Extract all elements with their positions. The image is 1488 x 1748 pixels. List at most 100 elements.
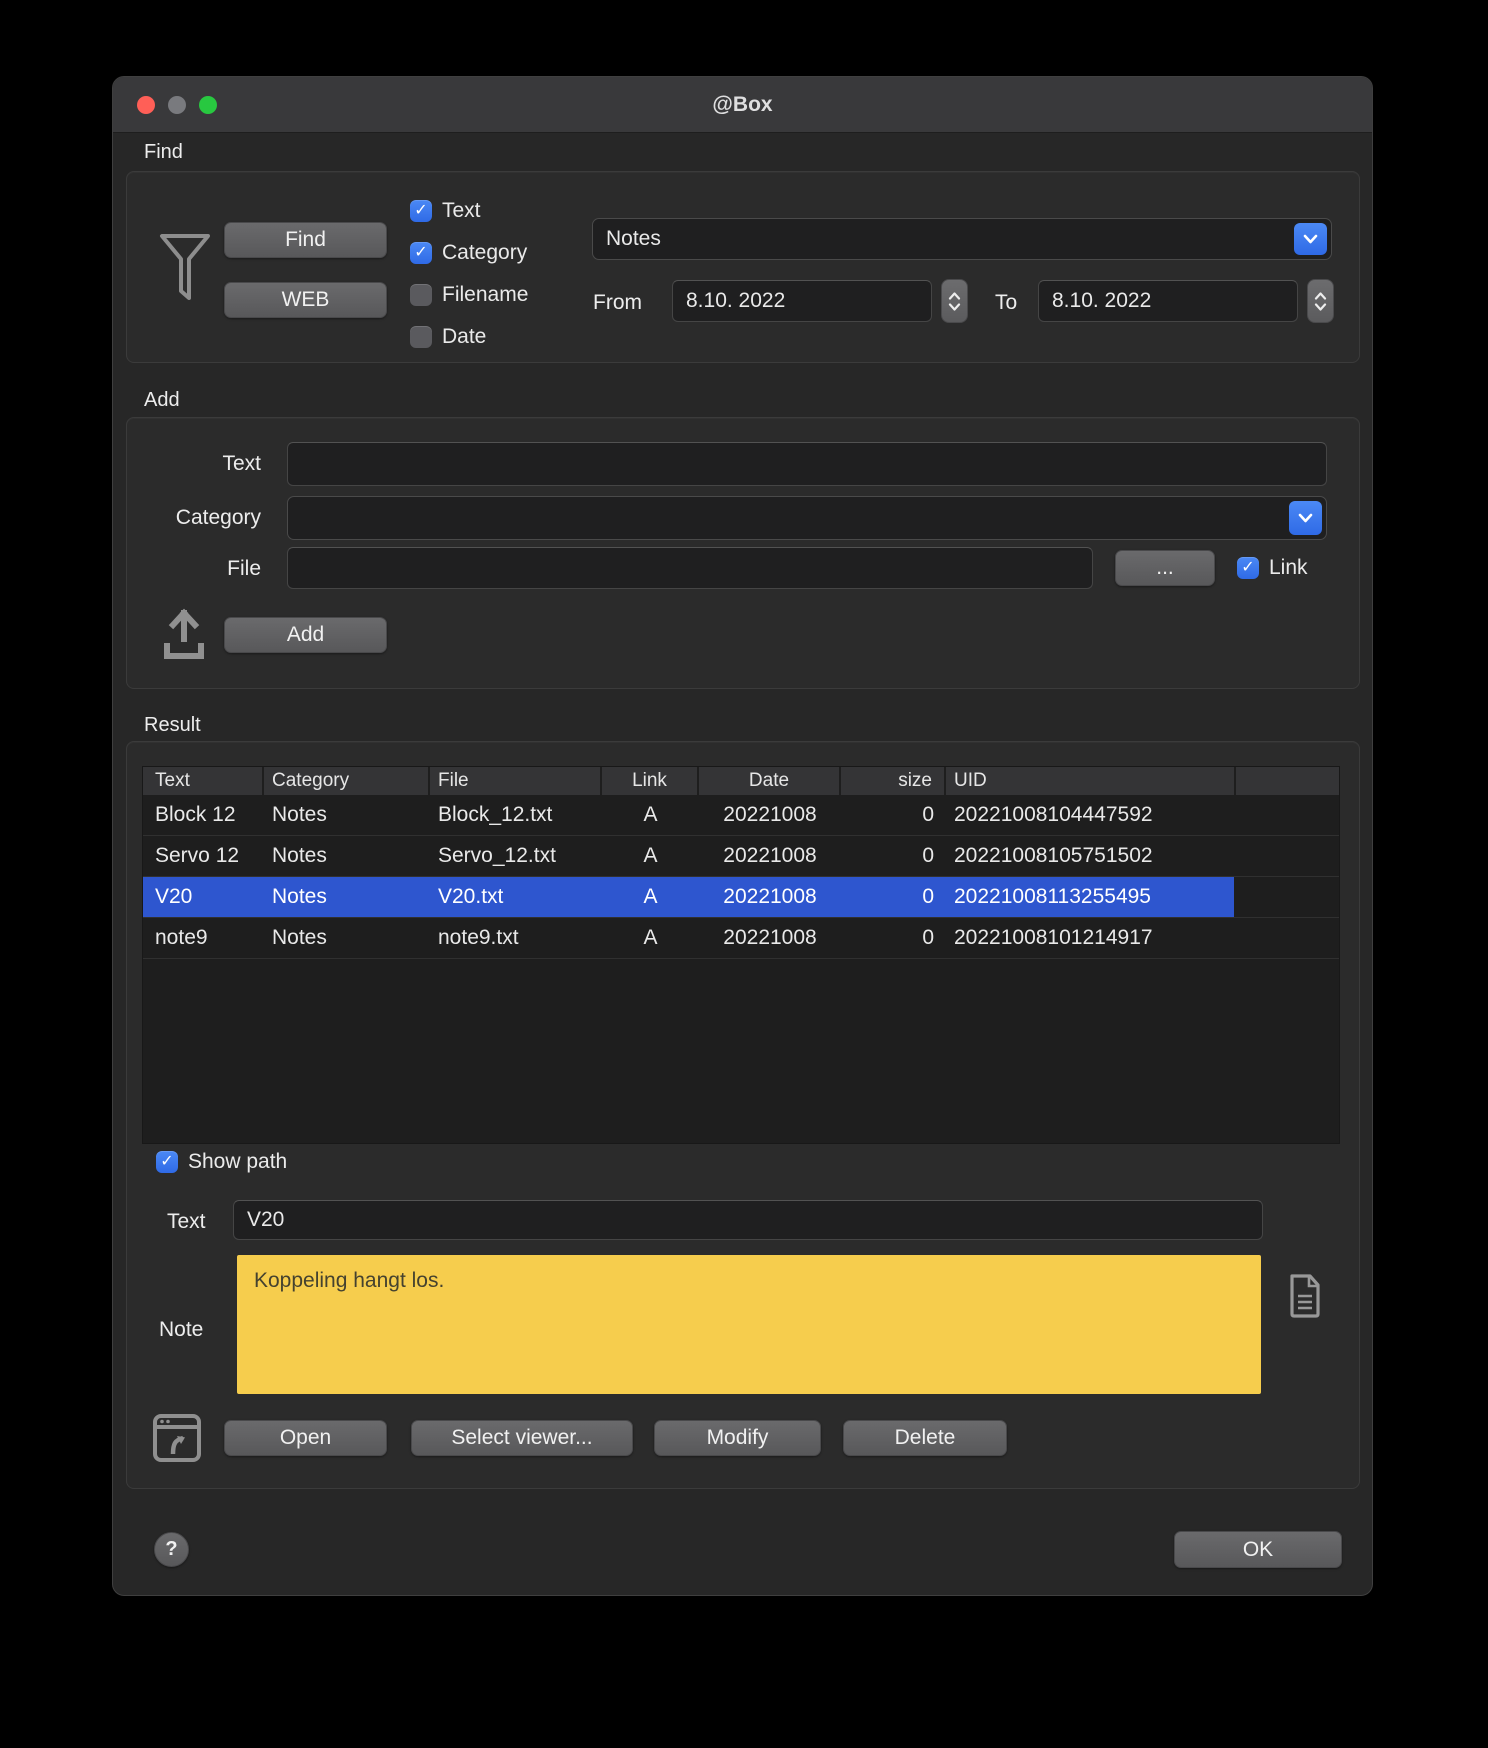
chevron-down-icon[interactable] [1289, 501, 1322, 535]
checkbox-box: ✓ [410, 242, 432, 264]
table-cell: note9.txt [430, 918, 602, 958]
column-header-file[interactable]: File [430, 767, 600, 795]
result-table-header: TextCategoryFileLinkDatesizeUID [143, 767, 1339, 795]
browse-button[interactable]: ... [1115, 550, 1215, 586]
show-path-label: Show path [188, 1150, 287, 1174]
table-cell: Notes [264, 836, 430, 876]
add-category-label: Category [141, 506, 261, 530]
table-cell: 0 [841, 795, 946, 835]
column-header-filler [1236, 767, 1339, 795]
find-checkbox-text[interactable]: ✓Text [410, 190, 528, 232]
add-category-select[interactable] [287, 496, 1327, 540]
find-checkbox-date[interactable]: Date [410, 316, 528, 358]
modify-button[interactable]: Modify [654, 1420, 821, 1456]
table-cell: 0 [841, 877, 946, 917]
help-button[interactable]: ? [154, 1532, 189, 1567]
find-category-select[interactable]: Notes [592, 218, 1332, 260]
result-section-label: Result [144, 714, 201, 737]
table-cell: 20221008113255495 [946, 877, 1236, 917]
chevron-down-icon[interactable] [1294, 223, 1327, 255]
ok-button[interactable]: OK [1174, 1531, 1342, 1568]
document-icon[interactable] [1287, 1272, 1323, 1320]
table-cell: Notes [264, 877, 430, 917]
add-section-label: Add [144, 389, 180, 412]
minimize-icon[interactable] [168, 96, 186, 114]
note-textarea[interactable]: Koppeling hangt los. [237, 1255, 1261, 1394]
add-group: Text Category File ... ✓ Link Add [126, 417, 1360, 689]
to-date-value: 8.10. 2022 [1052, 289, 1151, 313]
column-header-category[interactable]: Category [264, 767, 428, 795]
checkbox-label: Date [442, 325, 486, 349]
table-cell: A [602, 795, 699, 835]
close-icon[interactable] [137, 96, 155, 114]
table-cell-filler [1236, 877, 1339, 917]
add-button[interactable]: Add [224, 617, 387, 653]
maximize-icon[interactable] [199, 96, 217, 114]
result-text-input[interactable]: V20 [233, 1200, 1263, 1240]
find-checkbox-category[interactable]: ✓ Category [410, 232, 528, 274]
column-header-size[interactable]: size [841, 767, 944, 795]
table-cell: Notes [264, 918, 430, 958]
column-header-link[interactable]: Link [602, 767, 697, 795]
result-table-body: Block 12NotesBlock_12.txtA20221008020221… [143, 795, 1339, 959]
table-row[interactable]: note9Notesnote9.txtA20221008020221008101… [143, 918, 1339, 959]
checkbox-box: ✓ [1237, 557, 1259, 579]
to-date-field[interactable]: 8.10. 2022 [1038, 280, 1298, 322]
find-button[interactable]: Find [224, 222, 387, 258]
table-row[interactable]: V20NotesV20.txtA202210080202210081132554… [143, 877, 1339, 918]
table-cell-filler [1236, 795, 1339, 835]
add-file-input[interactable] [287, 547, 1093, 589]
result-text-label: Text [167, 1210, 206, 1234]
to-stepper[interactable] [1307, 279, 1334, 323]
from-date-field[interactable]: 8.10. 2022 [672, 280, 932, 322]
open-window-icon [151, 1412, 203, 1464]
result-group: TextCategoryFileLinkDatesizeUID Block 12… [126, 741, 1360, 1489]
table-cell: Block_12.txt [430, 795, 602, 835]
find-section-label: Find [144, 141, 183, 164]
to-label: To [995, 291, 1017, 315]
from-stepper[interactable] [941, 279, 968, 323]
table-cell: note9 [143, 918, 264, 958]
result-table: TextCategoryFileLinkDatesizeUID Block 12… [142, 766, 1340, 1144]
table-cell: V20.txt [430, 877, 602, 917]
checkbox-box [410, 326, 432, 348]
column-header-text[interactable]: Text [143, 767, 262, 795]
find-category-value: Notes [606, 219, 661, 259]
add-text-input[interactable] [287, 442, 1327, 486]
note-label: Note [159, 1318, 203, 1342]
checkbox-box [410, 284, 432, 306]
web-button[interactable]: WEB [224, 282, 387, 318]
from-label: From [593, 291, 642, 315]
table-cell: A [602, 836, 699, 876]
window-title: @Box [113, 77, 1372, 133]
table-cell-filler [1236, 918, 1339, 958]
show-path-checkbox[interactable]: ✓ Show path [156, 1150, 287, 1174]
table-cell: A [602, 918, 699, 958]
table-cell: 20221008101214917 [946, 918, 1236, 958]
table-row[interactable]: Block 12NotesBlock_12.txtA20221008020221… [143, 795, 1339, 836]
table-row[interactable]: Servo 12NotesServo_12.txtA20221008020221… [143, 836, 1339, 877]
find-checkboxes: ✓Text✓CategoryFilenameDate [410, 190, 528, 358]
open-button[interactable]: Open [224, 1420, 387, 1456]
link-checkbox[interactable]: ✓ Link [1237, 556, 1308, 580]
find-checkbox-filename[interactable]: Filename [410, 274, 528, 316]
box-window: @Box Find Find WEB ✓Text✓CategoryFilenam… [112, 76, 1373, 1596]
select-viewer-button[interactable]: Select viewer... [411, 1420, 633, 1456]
table-cell: 20221008 [699, 918, 841, 958]
link-label: Link [1269, 556, 1308, 580]
delete-button[interactable]: Delete [843, 1420, 1007, 1456]
checkbox-box: ✓ [156, 1151, 178, 1173]
table-cell: 20221008 [699, 795, 841, 835]
checkbox-box: ✓ [410, 200, 432, 222]
table-cell: 20221008 [699, 877, 841, 917]
table-cell: Servo 12 [143, 836, 264, 876]
checkbox-label: Category [442, 241, 527, 265]
column-header-date[interactable]: Date [699, 767, 839, 795]
table-cell: 0 [841, 836, 946, 876]
add-text-label: Text [141, 452, 261, 476]
upload-icon [159, 606, 209, 662]
column-header-uid[interactable]: UID [946, 767, 1234, 795]
traffic-lights [137, 96, 217, 114]
table-cell: A [602, 877, 699, 917]
table-cell: Servo_12.txt [430, 836, 602, 876]
